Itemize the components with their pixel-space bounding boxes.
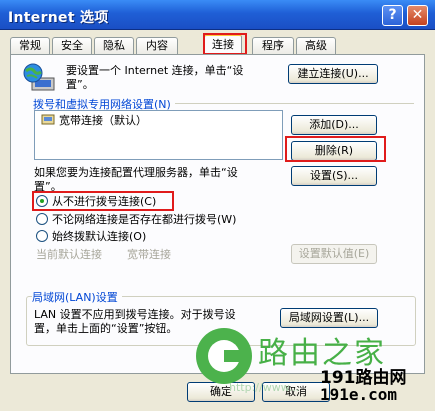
watermark-url: http://www...: [229, 381, 300, 394]
tab-privacy[interactable]: 隐私: [94, 37, 134, 54]
current-default-label: 当前默认连接: [36, 248, 102, 261]
setup-text-line1: 要设置一个 Internet 连接，单击“设: [66, 64, 244, 77]
proxy-text-line2: 置”。: [34, 180, 62, 193]
setup-text-line2: 置”。: [66, 78, 94, 91]
tab-content[interactable]: 内容: [136, 37, 178, 54]
tab-programs[interactable]: 程序: [252, 37, 294, 54]
close-icon[interactable]: ✕: [407, 5, 428, 26]
watermark-site-line2: 191e.com: [320, 385, 398, 404]
tab-connections[interactable]: 连接: [204, 34, 242, 55]
tab-general[interactable]: 常规: [10, 37, 50, 54]
radio-always-dial-default[interactable]: [36, 230, 48, 242]
dialup-connection-icon: [41, 114, 55, 126]
help-icon[interactable]: ?: [382, 5, 403, 26]
radio-never-dial[interactable]: [36, 195, 48, 207]
add-button[interactable]: 添加(D)...: [291, 115, 377, 135]
lan-text-line2: 置，单击上面的“设置”按钮。: [34, 322, 178, 335]
radio-dial-whenever-label[interactable]: 不论网络连接是否存在都进行拨号(W): [52, 213, 236, 226]
tab-security[interactable]: 安全: [52, 37, 92, 54]
tab-advanced[interactable]: 高级: [296, 37, 336, 54]
proxy-text-line1: 如果您要为连接配置代理服务器，单击“设: [34, 166, 238, 179]
setup-connection-button[interactable]: 建立连接(U)...: [288, 64, 378, 84]
radio-never-dial-label[interactable]: 从不进行拨号连接(C): [52, 195, 156, 208]
settings-button[interactable]: 设置(S)...: [291, 166, 377, 186]
remove-button[interactable]: 删除(R): [291, 141, 377, 161]
watermark-logo-icon: [196, 328, 252, 384]
set-default-button[interactable]: 设置默认值(E): [291, 244, 377, 264]
window-title: Internet 选项: [8, 10, 109, 26]
radio-dial-whenever[interactable]: [36, 213, 48, 225]
title-bar: Internet 选项 ? ✕: [0, 0, 435, 30]
connection-item[interactable]: 宽带连接（默认）: [59, 114, 147, 127]
radio-always-dial-default-label[interactable]: 始终拨默认连接(O): [52, 230, 146, 243]
current-default-value: 宽带连接: [127, 248, 171, 261]
lan-group-label: 局域网(LAN)设置: [32, 289, 122, 305]
internet-globe-icon: [22, 62, 56, 92]
connection-list[interactable]: 宽带连接（默认）: [34, 110, 283, 160]
